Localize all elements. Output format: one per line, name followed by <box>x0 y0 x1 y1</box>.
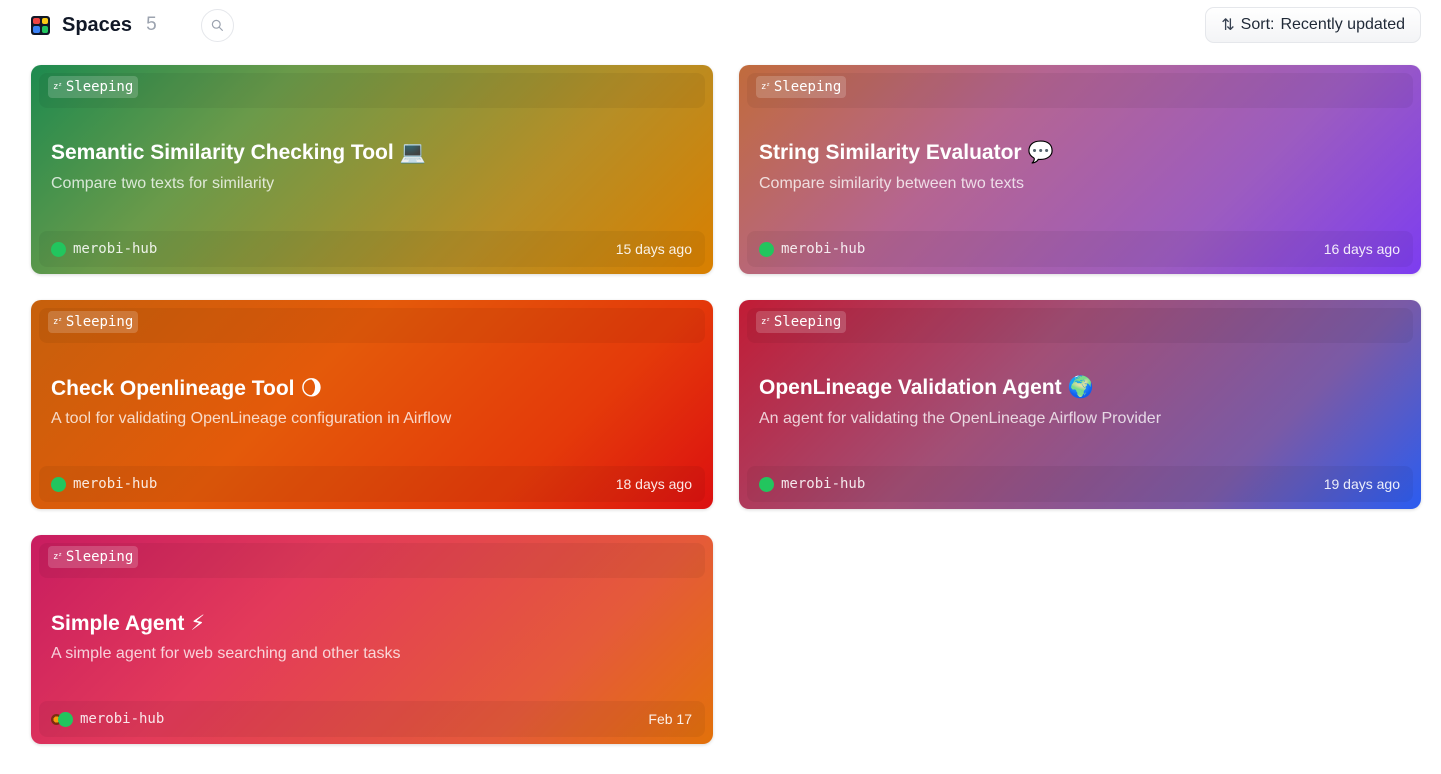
card-title: OpenLineage Validation Agent 🌍 <box>759 376 1094 400</box>
zz-sleep-icon: zᶻ <box>53 82 63 92</box>
card-status-bar: zᶻ Sleeping <box>39 308 705 343</box>
status-badge: zᶻ Sleeping <box>48 76 139 98</box>
spaces-header: Spaces 5 ⇅ Sort: Recently updated <box>31 7 1421 43</box>
card-footer: merobi-hub Feb 17 <box>39 701 705 737</box>
space-card[interactable]: zᶻ Sleeping Simple Agent ⚡ A simple agent… <box>31 535 713 744</box>
avatar <box>51 476 66 492</box>
status-label: Sleeping <box>773 314 842 330</box>
status-label: Sleeping <box>65 79 134 95</box>
author-name: merobi-hub <box>73 476 158 492</box>
card-updated-time: Feb 17 <box>648 711 692 727</box>
status-badge: zᶻ Sleeping <box>756 311 847 333</box>
card-description: Compare similarity between two texts <box>759 175 1024 192</box>
card-description: Compare two texts for similarity <box>51 175 275 192</box>
avatar <box>58 711 73 727</box>
sort-button[interactable]: ⇅ Sort: Recently updated <box>1205 7 1421 43</box>
card-emoji: 🌖 <box>300 377 323 400</box>
space-card[interactable]: zᶻ Sleeping String Similarity Evaluator 💬… <box>739 65 1421 274</box>
space-card[interactable]: zᶻ Sleeping OpenLineage Validation Agent… <box>739 300 1421 509</box>
author-name: merobi-hub <box>80 711 165 727</box>
search-icon <box>211 19 223 31</box>
card-footer: merobi-hub 15 days ago <box>39 231 705 267</box>
status-label: Sleeping <box>773 79 842 95</box>
avatar-group <box>51 711 73 727</box>
card-title-text: Simple Agent <box>51 612 185 635</box>
sort-value: Recently updated <box>1280 16 1405 33</box>
card-author[interactable]: merobi-hub <box>51 241 157 257</box>
card-emoji: ⚡ <box>190 612 206 635</box>
status-badge: zᶻ Sleeping <box>48 311 139 333</box>
card-emoji: 💬 <box>1027 141 1054 164</box>
card-updated-time: 19 days ago <box>1323 476 1400 492</box>
zz-sleep-icon: zᶻ <box>761 82 771 92</box>
zz-sleep-icon: zᶻ <box>761 317 771 327</box>
spaces-grid-icon <box>31 15 50 35</box>
avatar <box>759 476 774 492</box>
card-title: Simple Agent ⚡ <box>51 611 205 636</box>
card-updated-time: 18 days ago <box>615 476 692 492</box>
space-card[interactable]: zᶻ Sleeping Check Openlineage Tool 🌖 A to… <box>31 300 713 509</box>
card-updated-time: 15 days ago <box>615 241 692 257</box>
card-title-text: Check Openlineage Tool <box>51 377 295 400</box>
author-name: merobi-hub <box>781 241 866 257</box>
zz-sleep-icon: zᶻ <box>53 552 63 562</box>
page-title: Spaces <box>62 13 133 36</box>
card-title: Semantic Similarity Checking Tool 💻 <box>51 141 426 165</box>
card-author[interactable]: merobi-hub <box>759 476 865 492</box>
card-description: A tool for validating OpenLineage config… <box>51 410 452 427</box>
card-title-text: OpenLineage Validation Agent <box>759 376 1062 399</box>
card-title: Check Openlineage Tool 🌖 <box>51 376 322 401</box>
author-name: merobi-hub <box>73 241 158 257</box>
status-label: Sleeping <box>65 314 134 330</box>
card-author[interactable]: merobi-hub <box>759 241 865 257</box>
status-badge: zᶻ Sleeping <box>48 546 139 568</box>
card-emoji: 💻 <box>399 141 426 164</box>
card-footer: merobi-hub 19 days ago <box>747 466 1413 502</box>
card-title: String Similarity Evaluator 💬 <box>759 141 1054 165</box>
sort-label: Sort: <box>1240 16 1275 33</box>
card-description: A simple agent for web searching and oth… <box>51 645 401 662</box>
card-description: An agent for validating the OpenLineage … <box>759 410 1162 427</box>
status-label: Sleeping <box>65 549 134 565</box>
sort-arrows-icon: ⇅ <box>1221 17 1235 34</box>
card-footer: merobi-hub 18 days ago <box>39 466 705 502</box>
card-emoji: 🌍 <box>1067 376 1094 399</box>
card-status-bar: zᶻ Sleeping <box>39 73 705 108</box>
author-name: merobi-hub <box>781 476 866 492</box>
card-title-text: String Similarity Evaluator <box>759 141 1022 164</box>
card-status-bar: zᶻ Sleeping <box>747 73 1413 108</box>
avatar <box>51 241 66 257</box>
card-status-bar: zᶻ Sleeping <box>747 308 1413 343</box>
search-button[interactable] <box>201 9 234 42</box>
zz-sleep-icon: zᶻ <box>53 317 63 327</box>
card-author[interactable]: merobi-hub <box>51 711 164 727</box>
card-updated-time: 16 days ago <box>1323 241 1400 257</box>
space-card[interactable]: zᶻ Sleeping Semantic Similarity Checking… <box>31 65 713 274</box>
avatar <box>759 241 774 257</box>
card-title-text: Semantic Similarity Checking Tool <box>51 141 394 164</box>
spaces-count: 5 <box>146 14 157 35</box>
status-badge: zᶻ Sleeping <box>756 76 847 98</box>
card-author[interactable]: merobi-hub <box>51 476 157 492</box>
card-status-bar: zᶻ Sleeping <box>39 543 705 578</box>
card-footer: merobi-hub 16 days ago <box>747 231 1413 267</box>
